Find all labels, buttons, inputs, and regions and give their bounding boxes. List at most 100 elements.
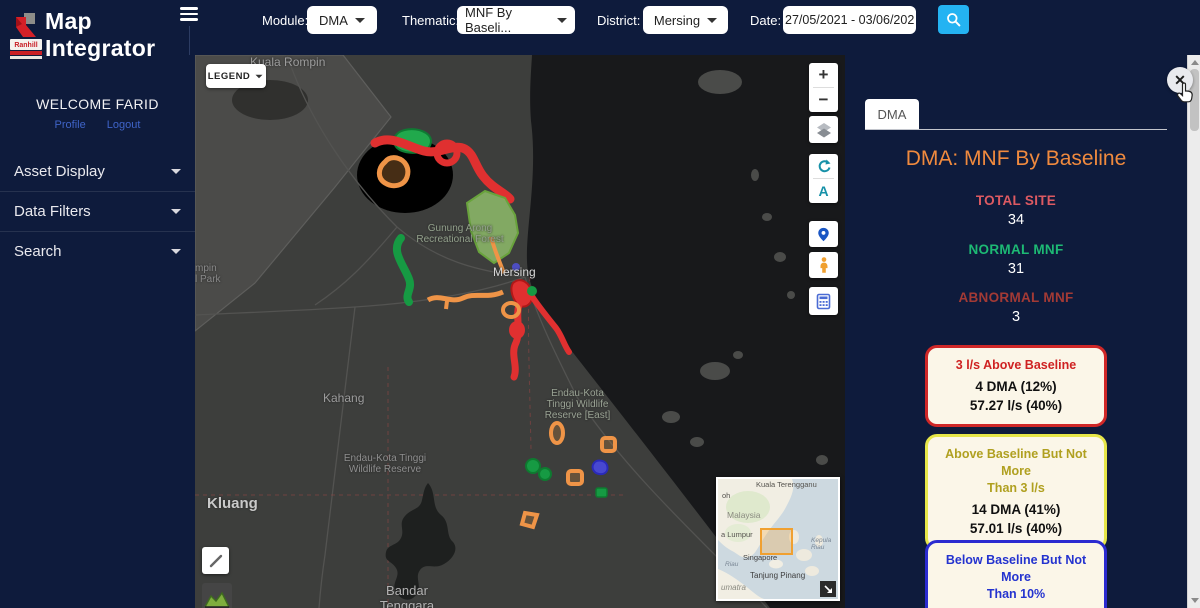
stat-box-title: 3 l/s Above Baseline bbox=[934, 357, 1098, 374]
legend-button-label: LEGEND bbox=[208, 71, 251, 82]
minimap-collapse-button[interactable] bbox=[820, 581, 836, 597]
search-button[interactable] bbox=[938, 5, 969, 34]
district-select-value: Mersing bbox=[654, 13, 700, 28]
minimap-label-kepulauan-riau: Kepula Riau bbox=[811, 537, 831, 551]
minimap-label-riau: Riau bbox=[725, 561, 738, 568]
sidebar-item-label: Search bbox=[14, 243, 62, 260]
panel-title: DMA: MNF By Baseline bbox=[855, 147, 1177, 171]
stat-box-dma: 14 DMA (41%) bbox=[934, 500, 1098, 519]
stat-box-dma: 4 DMA (12%) bbox=[934, 377, 1098, 396]
zoom-in-button[interactable]: + bbox=[809, 63, 838, 87]
zoom-out-button[interactable]: − bbox=[809, 88, 838, 112]
map-label-kluang: Kluang bbox=[207, 495, 258, 512]
scroll-up-arrow[interactable] bbox=[1191, 60, 1199, 65]
minimap-viewport-rect[interactable] bbox=[760, 528, 793, 555]
calculator-icon bbox=[816, 293, 831, 310]
date-label: Date: bbox=[750, 13, 781, 28]
elevation-chart-icon bbox=[204, 590, 230, 608]
minimap-label-kuala-terengganu: Kuala Terengganu bbox=[756, 480, 817, 489]
pegman-icon bbox=[817, 256, 831, 274]
dma-warning-polygon bbox=[522, 513, 537, 527]
tab-underline bbox=[865, 129, 1167, 130]
layers-icon bbox=[815, 121, 833, 139]
logout-link[interactable]: Logout bbox=[107, 119, 141, 131]
profile-link[interactable]: Profile bbox=[55, 119, 86, 131]
thematic-select-value: MNF By Baseli... bbox=[465, 5, 550, 35]
elevation-profile-button[interactable] bbox=[202, 583, 232, 608]
sidebar: Ranhill Map Integrator WELCOME FARID Pro… bbox=[0, 0, 195, 608]
minimap-label-malaysia: Malaysia bbox=[727, 510, 761, 520]
total-site-value: 34 bbox=[855, 212, 1177, 228]
locate-button[interactable] bbox=[809, 221, 838, 247]
overview-minimap[interactable]: Kuala Terengganu oh Malaysia a Lumpur Si… bbox=[716, 477, 840, 601]
hamburger-menu-icon[interactable] bbox=[178, 4, 200, 24]
stat-box-title: Below Baseline But Not More Than 10% bbox=[934, 552, 1098, 603]
sidebar-item-label: Asset Display bbox=[14, 163, 105, 180]
app-title: Map Integrator bbox=[45, 8, 155, 62]
reset-rotate-icon bbox=[816, 158, 832, 174]
layers-button[interactable] bbox=[809, 116, 838, 143]
dma-abnormal-polygon bbox=[509, 321, 525, 339]
tab-dma[interactable]: DMA bbox=[865, 99, 919, 129]
module-select-value: DMA bbox=[319, 13, 348, 28]
normal-mnf-label: NORMAL MNF bbox=[855, 242, 1177, 257]
map-area[interactable]: Kuala Rompin mpin l Park Gunung Arong Re… bbox=[195, 55, 845, 608]
dma-normal-polygon bbox=[527, 286, 537, 296]
divider bbox=[189, 26, 190, 55]
map-label-bandar-tenggara: Bandar Tenggara bbox=[357, 583, 457, 608]
ranhill-logo-icon: Ranhill bbox=[9, 12, 43, 60]
welcome-text: WELCOME FARID bbox=[0, 96, 195, 112]
map-label-gunung-arong: Gunung Arong Recreational Forest bbox=[400, 223, 520, 245]
stat-box-above-baseline: Above Baseline But Not More Than 3 l/s 1… bbox=[925, 434, 1107, 550]
sidebar-item-label: Data Filters bbox=[14, 203, 91, 220]
stat-box-title: Above Baseline But Not More Than 3 l/s bbox=[934, 446, 1098, 497]
minimap-label-sumatra: umatra bbox=[721, 583, 746, 592]
normal-mnf-value: 31 bbox=[855, 261, 1177, 277]
map-integrator-app: Ranhill Map Integrator WELCOME FARID Pro… bbox=[0, 0, 1200, 608]
reset-view-button[interactable] bbox=[809, 154, 838, 178]
dma-normal-polygon bbox=[596, 488, 607, 497]
chevron-down-icon bbox=[256, 74, 263, 78]
dma-warning-polygon bbox=[568, 471, 582, 484]
date-range-input[interactable] bbox=[783, 6, 916, 34]
map-label-kahang: Kahang bbox=[323, 391, 364, 405]
district-label: District: bbox=[597, 13, 640, 28]
module-label: Module: bbox=[262, 13, 308, 28]
mouse-cursor-pointer bbox=[1175, 81, 1197, 105]
dma-below-polygon bbox=[593, 461, 608, 475]
sidebar-item-data-filters[interactable]: Data Filters bbox=[0, 192, 195, 232]
ranhill-logo-text: Ranhill bbox=[14, 42, 37, 49]
chevron-down-icon bbox=[355, 18, 365, 23]
scroll-down-arrow[interactable] bbox=[1191, 598, 1199, 603]
chevron-down-icon bbox=[707, 18, 717, 23]
dma-warning-polygon bbox=[379, 158, 408, 186]
abnormal-mnf-value: 3 bbox=[855, 309, 1177, 325]
measure-button[interactable] bbox=[202, 547, 229, 574]
chevron-down-icon bbox=[557, 18, 567, 23]
zoom-control: + − bbox=[809, 63, 838, 112]
dma-normal-polygon bbox=[526, 459, 540, 473]
district-select[interactable]: Mersing bbox=[643, 6, 728, 34]
sidebar-item-asset-display[interactable]: Asset Display bbox=[0, 152, 195, 192]
chevron-down-icon bbox=[171, 169, 181, 174]
map-label-endau-east: Endau-Kota Tinggi Wildlife Reserve [East… bbox=[525, 388, 630, 421]
measure-line-icon bbox=[207, 552, 225, 570]
minimap-label-tanjung-pinang: Tanjung Pinang bbox=[750, 571, 805, 580]
thematic-label: Thematic: bbox=[402, 13, 459, 28]
dma-normal-polygon bbox=[539, 468, 551, 480]
sidebar-item-search[interactable]: Search bbox=[0, 232, 195, 272]
calculator-button[interactable] bbox=[809, 287, 838, 315]
abnormal-mnf-label: ABNORMAL MNF bbox=[855, 290, 1177, 305]
thematic-select[interactable]: MNF By Baseli... bbox=[457, 6, 575, 34]
map-label-mersing: Mersing bbox=[493, 265, 536, 279]
minimap-label-kuala-lumpur: a Lumpur bbox=[721, 530, 753, 539]
dma-warning-polygon bbox=[446, 301, 447, 309]
pegman-button[interactable] bbox=[809, 252, 838, 278]
stat-box-flow: 57.27 l/s (40%) bbox=[934, 396, 1098, 415]
panel-scrollbar[interactable] bbox=[1187, 55, 1200, 608]
account-links: Profile Logout bbox=[0, 119, 195, 131]
legend-button[interactable]: LEGEND bbox=[206, 64, 266, 88]
module-select[interactable]: DMA bbox=[307, 6, 377, 34]
label-toggle-button[interactable]: A bbox=[809, 179, 838, 203]
map-tools-group: A bbox=[809, 154, 838, 203]
